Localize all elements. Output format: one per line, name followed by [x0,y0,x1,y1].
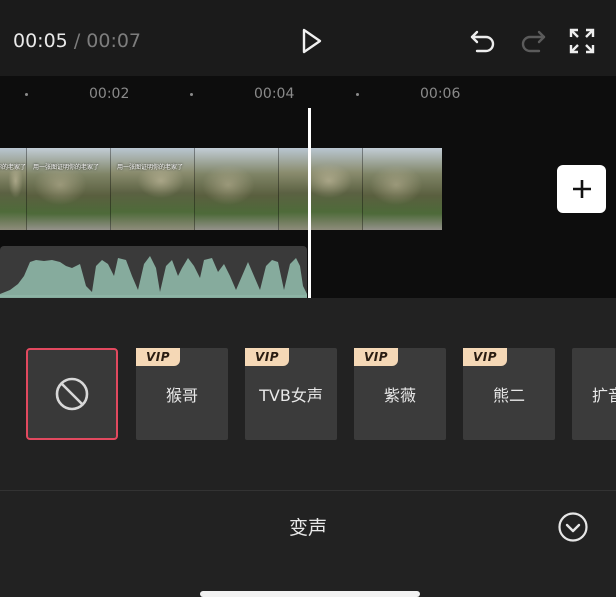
undo-icon [470,30,495,53]
voice-effect-item[interactable]: 扩音 [572,348,616,440]
voice-effect-list: VIP 猴哥 VIP TVB女声 VIP 紫薇 VIP 熊二 扩音 [0,298,616,490]
chevron-down-circle-icon [558,512,588,542]
voice-effect-item[interactable]: VIP 熊二 [463,348,555,440]
confirm-button[interactable] [557,511,589,543]
panel-title: 变声 [288,517,327,539]
playback-bar: 00:05 / 00:07 [0,0,616,76]
current-time: 00:05 [13,30,68,52]
time-display: 00:05 / 00:07 [13,30,141,52]
video-frame [195,148,279,230]
voice-effect-label: 紫薇 [383,386,416,405]
tick-dot [25,93,28,96]
frame-caption: 用一张图证明你的老家了 [33,164,100,171]
video-track[interactable]: 用一张图证明你的老家了 用一张图证明你的老家了 用一张图证明你的老家了 [0,148,442,230]
none-icon [55,377,89,411]
voice-effect-label: 扩音 [592,386,616,405]
total-time: 00:07 [86,30,142,52]
voice-effect-item[interactable]: VIP 紫薇 [354,348,446,440]
add-clip-button[interactable] [557,165,606,213]
tick-label: 00:04 [254,86,295,102]
undo-button[interactable] [466,26,500,56]
fullscreen-button[interactable] [566,26,598,56]
video-frame: 用一张图证明你的老家了 [111,148,195,230]
vip-badge-text: VIP [254,350,280,364]
vip-badge: VIP [354,348,398,366]
vip-badge-text: VIP [472,350,498,364]
video-frame: 用一张图证明你的老家了 [27,148,111,230]
time-separator: / [73,30,81,52]
audio-waveform [0,256,307,298]
video-frame: 用一张图证明你的老家了 [0,148,27,230]
voice-effect-label: 猴哥 [165,386,198,405]
voice-effect-label: 熊二 [492,386,525,405]
fullscreen-icon [569,28,595,54]
play-button[interactable] [294,24,328,58]
voice-effect-item[interactable]: VIP 猴哥 [136,348,228,440]
redo-icon [521,30,546,53]
redo-button[interactable] [516,26,550,56]
voice-effect-item[interactable]: VIP TVB女声 [245,348,337,440]
vip-badge: VIP [245,348,289,366]
panel-footer: 变声 [0,491,616,597]
audio-track[interactable] [0,246,307,298]
video-frame [363,148,442,230]
playhead[interactable] [308,108,311,298]
vip-badge-text: VIP [363,350,389,364]
tick-label: 00:06 [420,86,461,102]
home-indicator [200,591,420,597]
voice-effect-none[interactable] [26,348,118,440]
voice-effect-label: TVB女声 [259,386,323,405]
timeline[interactable]: 00:02 00:04 00:06 用一张图证明你的老家了 用一张图证明你的老家… [0,76,616,298]
frame-caption: 用一张图证明你的老家了 [0,164,27,171]
vip-badge: VIP [136,348,180,366]
video-frame [279,148,363,230]
vip-badge: VIP [463,348,507,366]
plus-icon [572,180,591,198]
tick-dot [356,93,359,96]
frame-caption: 用一张图证明你的老家了 [117,164,184,171]
vip-badge-text: VIP [145,350,171,364]
play-icon [302,28,322,54]
tick-label: 00:02 [89,86,130,102]
tick-dot [190,93,193,96]
